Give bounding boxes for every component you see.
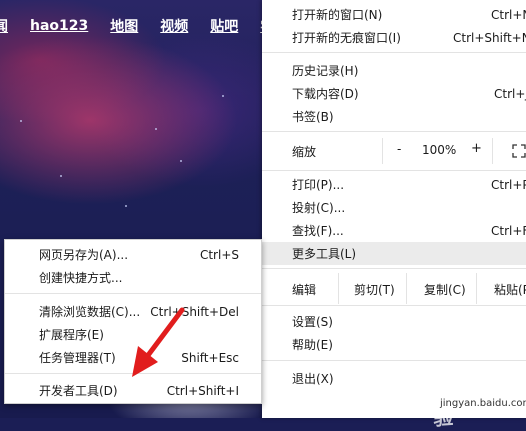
submenu-item-create-shortcut[interactable]: 创建快捷方式...	[5, 266, 261, 289]
menu-divider	[262, 268, 526, 269]
cut-button[interactable]: 剪切(T)	[354, 281, 395, 298]
nav-link-tieba[interactable]: 贴吧	[210, 16, 238, 36]
browser-main-menu: 打开新的窗口(N) Ctrl+N 打开新的无痕窗口(I) Ctrl+Shift+…	[262, 0, 526, 418]
nav-link-video[interactable]: 视频	[160, 16, 188, 36]
menu-item-find[interactable]: 查找(F)... Ctrl+F	[262, 219, 526, 242]
menu-divider	[262, 52, 526, 53]
zoom-divider	[492, 138, 493, 164]
menu-item-settings[interactable]: 设置(S)	[262, 310, 526, 333]
submenu-item-dev-tools[interactable]: 开发者工具(D) Ctrl+Shift+I	[5, 379, 261, 402]
top-nav: 闻 hao123 地图 视频 贴吧 学	[0, 14, 296, 38]
nav-link-map[interactable]: 地图	[110, 16, 138, 36]
menu-divider	[262, 360, 526, 361]
zoom-in-button[interactable]: +	[471, 141, 482, 156]
menu-item-help[interactable]: 帮助(E)	[262, 333, 526, 356]
nav-link-hao123[interactable]: hao123	[30, 18, 88, 34]
edit-row: 编辑 剪切(T) 复制(C) 粘贴(P)	[262, 273, 526, 304]
menu-item-downloads[interactable]: 下载内容(D) Ctrl+J	[262, 82, 526, 105]
watermark-url: jingyan.baidu.com	[440, 398, 526, 409]
zoom-row: 缩放 - 100% +	[262, 138, 526, 164]
menu-item-print[interactable]: 打印(P)... Ctrl+P	[262, 173, 526, 196]
menu-divider	[262, 305, 526, 306]
edit-label: 编辑	[292, 283, 317, 297]
edit-divider	[476, 273, 477, 304]
menu-divider	[262, 170, 526, 171]
menu-item-history[interactable]: 历史记录(H)	[262, 59, 526, 82]
menu-item-bookmarks[interactable]: 书签(B)	[262, 105, 526, 128]
menu-item-cast[interactable]: 投射(C)...	[262, 196, 526, 219]
zoom-out-button[interactable]: -	[397, 142, 401, 156]
menu-item-new-incognito[interactable]: 打开新的无痕窗口(I) Ctrl+Shift+N	[262, 26, 526, 49]
menu-item-more-tools[interactable]: 更多工具(L)	[262, 242, 526, 265]
menu-divider	[262, 131, 526, 132]
zoom-label: 缩放	[292, 145, 317, 159]
paste-button[interactable]: 粘贴(P)	[494, 281, 526, 298]
edit-divider	[338, 273, 339, 304]
annotation-arrow-icon	[132, 307, 185, 377]
submenu-item-save-page[interactable]: 网页另存为(A)... Ctrl+S	[5, 243, 261, 266]
fullscreen-icon[interactable]	[512, 144, 526, 158]
menu-item-new-window[interactable]: 打开新的窗口(N) Ctrl+N	[262, 3, 526, 26]
copy-button[interactable]: 复制(C)	[424, 281, 466, 298]
zoom-level: 100%	[422, 143, 457, 157]
submenu-divider	[5, 293, 261, 294]
nav-link-news[interactable]: 闻	[0, 16, 8, 36]
edit-divider	[406, 273, 407, 304]
